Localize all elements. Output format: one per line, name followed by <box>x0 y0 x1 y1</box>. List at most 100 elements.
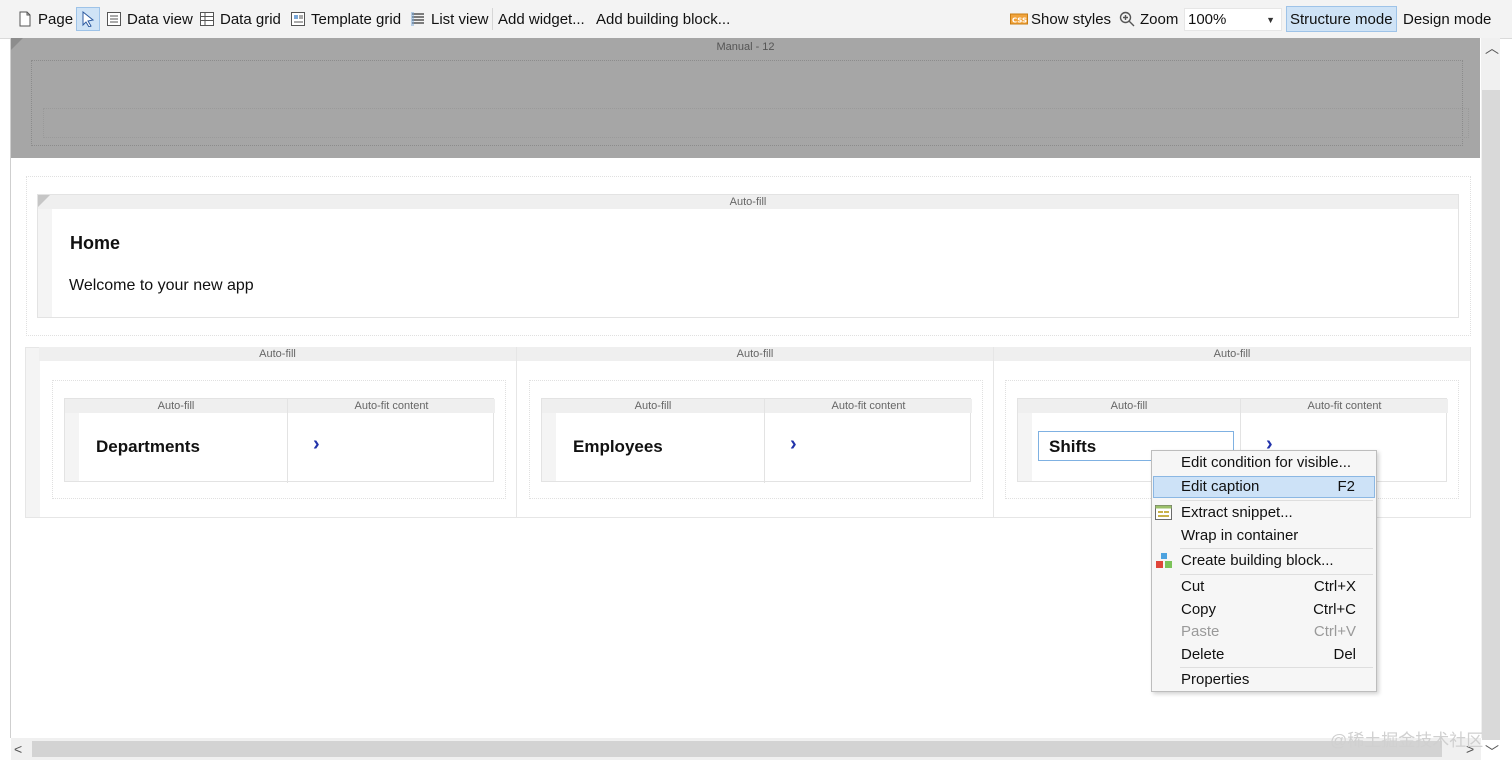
chevron-down-icon: ▼ <box>1266 15 1275 25</box>
menu-item-label: Edit caption <box>1181 478 1260 495</box>
layout-inner-placeholder <box>43 108 1469 138</box>
data-view-button[interactable]: Data view <box>103 7 196 31</box>
css-icon: CSS <box>1010 11 1028 27</box>
left-column-header: Auto-fill <box>542 399 764 413</box>
svg-text:CSS: CSS <box>1012 17 1027 25</box>
column-header: Auto-fill <box>994 347 1470 361</box>
menu-item-label: Create building block... <box>1181 552 1334 569</box>
template-grid-button[interactable]: Template grid <box>287 7 404 31</box>
shifts-label[interactable]: Shifts <box>1049 437 1096 457</box>
home-title[interactable]: Home <box>70 233 120 254</box>
design-mode-label: Design mode <box>1403 10 1492 28</box>
column-departments: Auto-fill Auto-fill Auto-fit content Dep… <box>25 347 517 518</box>
employees-label[interactable]: Employees <box>573 437 663 457</box>
departments-container[interactable]: Auto-fill Auto-fit content Departments › <box>64 398 495 483</box>
template-grid-icon <box>290 11 306 27</box>
menu-item-label: Properties <box>1181 671 1250 688</box>
column-employees: Auto-fill Auto-fill Auto-fit content Emp… <box>517 347 994 518</box>
container-gutter <box>542 413 556 481</box>
data-grid-button[interactable]: Data grid <box>196 7 284 31</box>
column-divider <box>287 399 288 483</box>
container-corner <box>38 195 50 207</box>
layout-title: Manual - 12 <box>716 41 775 53</box>
menu-item-cut[interactable]: Cut Ctrl+X <box>1153 576 1375 598</box>
menu-separator <box>1180 667 1373 668</box>
select-tool-button[interactable] <box>76 7 100 31</box>
menu-item-label: Cut <box>1181 578 1205 595</box>
menu-separator <box>1180 500 1373 501</box>
menu-item-label: Paste <box>1181 623 1220 640</box>
scroll-down-icon[interactable]: ﹀ <box>1485 742 1499 762</box>
scroll-up-icon[interactable]: ︿ <box>1485 38 1499 58</box>
zoom-control: Zoom <box>1116 7 1181 31</box>
scroll-left-icon[interactable]: < <box>14 741 22 757</box>
left-column-header: Auto-fill <box>1018 399 1240 413</box>
menu-item-edit-condition[interactable]: Edit condition for visible... <box>1153 452 1375 474</box>
menu-item-properties[interactable]: Properties <box>1153 669 1375 691</box>
structure-mode-button[interactable]: Structure mode <box>1286 6 1397 32</box>
menu-item-shortcut: Del <box>1333 646 1356 663</box>
zoom-select[interactable]: 100% ▼ <box>1184 8 1282 31</box>
zoom-value: 100% <box>1188 11 1227 28</box>
data-view-icon <box>106 11 122 27</box>
menu-item-label: Wrap in container <box>1181 527 1299 544</box>
right-column-header: Auto-fit content <box>1241 399 1448 413</box>
menu-item-delete[interactable]: Delete Del <box>1153 644 1375 666</box>
zoom-label: Zoom <box>1140 10 1179 28</box>
menu-item-edit-caption[interactable]: Edit caption F2 <box>1153 476 1375 498</box>
template-grid-label: Template grid <box>311 10 402 28</box>
chevron-right-icon[interactable]: › <box>790 433 797 456</box>
page-button[interactable]: Page <box>14 7 76 31</box>
menu-separator <box>1180 548 1373 549</box>
data-view-label: Data view <box>127 10 193 28</box>
right-column-header: Auto-fit content <box>288 399 495 413</box>
structure-mode-label: Structure mode <box>1290 10 1393 28</box>
menu-item-copy[interactable]: Copy Ctrl+C <box>1153 599 1375 621</box>
list-view-icon <box>410 11 426 27</box>
menu-item-shortcut: F2 <box>1337 478 1355 495</box>
left-column-header: Auto-fill <box>65 399 287 413</box>
vertical-scroll-thumb[interactable] <box>1482 90 1500 740</box>
menu-item-create-building-block[interactable]: Create building block... <box>1153 550 1375 572</box>
column-divider <box>764 399 765 483</box>
menu-separator <box>1180 574 1373 575</box>
departments-label[interactable]: Departments <box>96 437 200 457</box>
menu-item-wrap-in-container[interactable]: Wrap in container <box>1153 525 1375 547</box>
column-header: Auto-fill <box>517 347 993 361</box>
toolbar: Page Data view Data grid Template grid L… <box>0 0 1512 39</box>
container-gutter <box>1018 413 1032 481</box>
home-container[interactable]: Auto-fill Home Welcome to your new app <box>37 194 1459 318</box>
horizontal-scroll-thumb[interactable] <box>32 741 1442 757</box>
welcome-text[interactable]: Welcome to your new app <box>69 277 254 295</box>
menu-item-shortcut: Ctrl+X <box>1313 578 1356 595</box>
toolbar-separator <box>492 8 493 30</box>
home-container-header: Auto-fill <box>38 195 1458 209</box>
watermark: @稀土掘金技术社区 <box>1330 731 1484 750</box>
data-grid-label: Data grid <box>220 10 281 28</box>
list-view-button[interactable]: List view <box>407 7 492 31</box>
menu-item-paste: Paste Ctrl+V <box>1153 621 1375 643</box>
add-building-block-label: Add building block... <box>596 10 731 28</box>
list-view-label: List view <box>431 10 489 28</box>
container-gutter <box>38 209 52 317</box>
page-label: Page <box>38 10 74 28</box>
column-header: Auto-fill <box>39 347 516 361</box>
layout-corner <box>11 38 23 50</box>
menu-item-extract-snippet[interactable]: Extract snippet... <box>1153 502 1375 524</box>
add-building-block-button[interactable]: Add building block... <box>593 7 733 31</box>
add-widget-button[interactable]: Add widget... <box>495 7 588 31</box>
select-cursor-icon <box>80 10 96 28</box>
show-styles-label: Show styles <box>1031 10 1112 28</box>
data-grid-icon <box>199 11 215 27</box>
layout-region: Manual - 12 <box>11 38 1480 158</box>
employees-container[interactable]: Auto-fill Auto-fit content Employees › <box>541 398 972 483</box>
chevron-right-icon[interactable]: › <box>313 433 320 456</box>
snippet-icon <box>1155 505 1172 524</box>
menu-item-shortcut: Ctrl+V <box>1313 623 1356 640</box>
menu-item-shortcut: Ctrl+C <box>1313 601 1356 618</box>
show-styles-button[interactable]: CSS Show styles <box>1007 7 1114 31</box>
right-column-header: Auto-fit content <box>765 399 972 413</box>
menu-item-label: Copy <box>1181 601 1217 618</box>
design-mode-button[interactable]: Design mode <box>1400 7 1494 31</box>
container-gutter <box>65 413 79 481</box>
